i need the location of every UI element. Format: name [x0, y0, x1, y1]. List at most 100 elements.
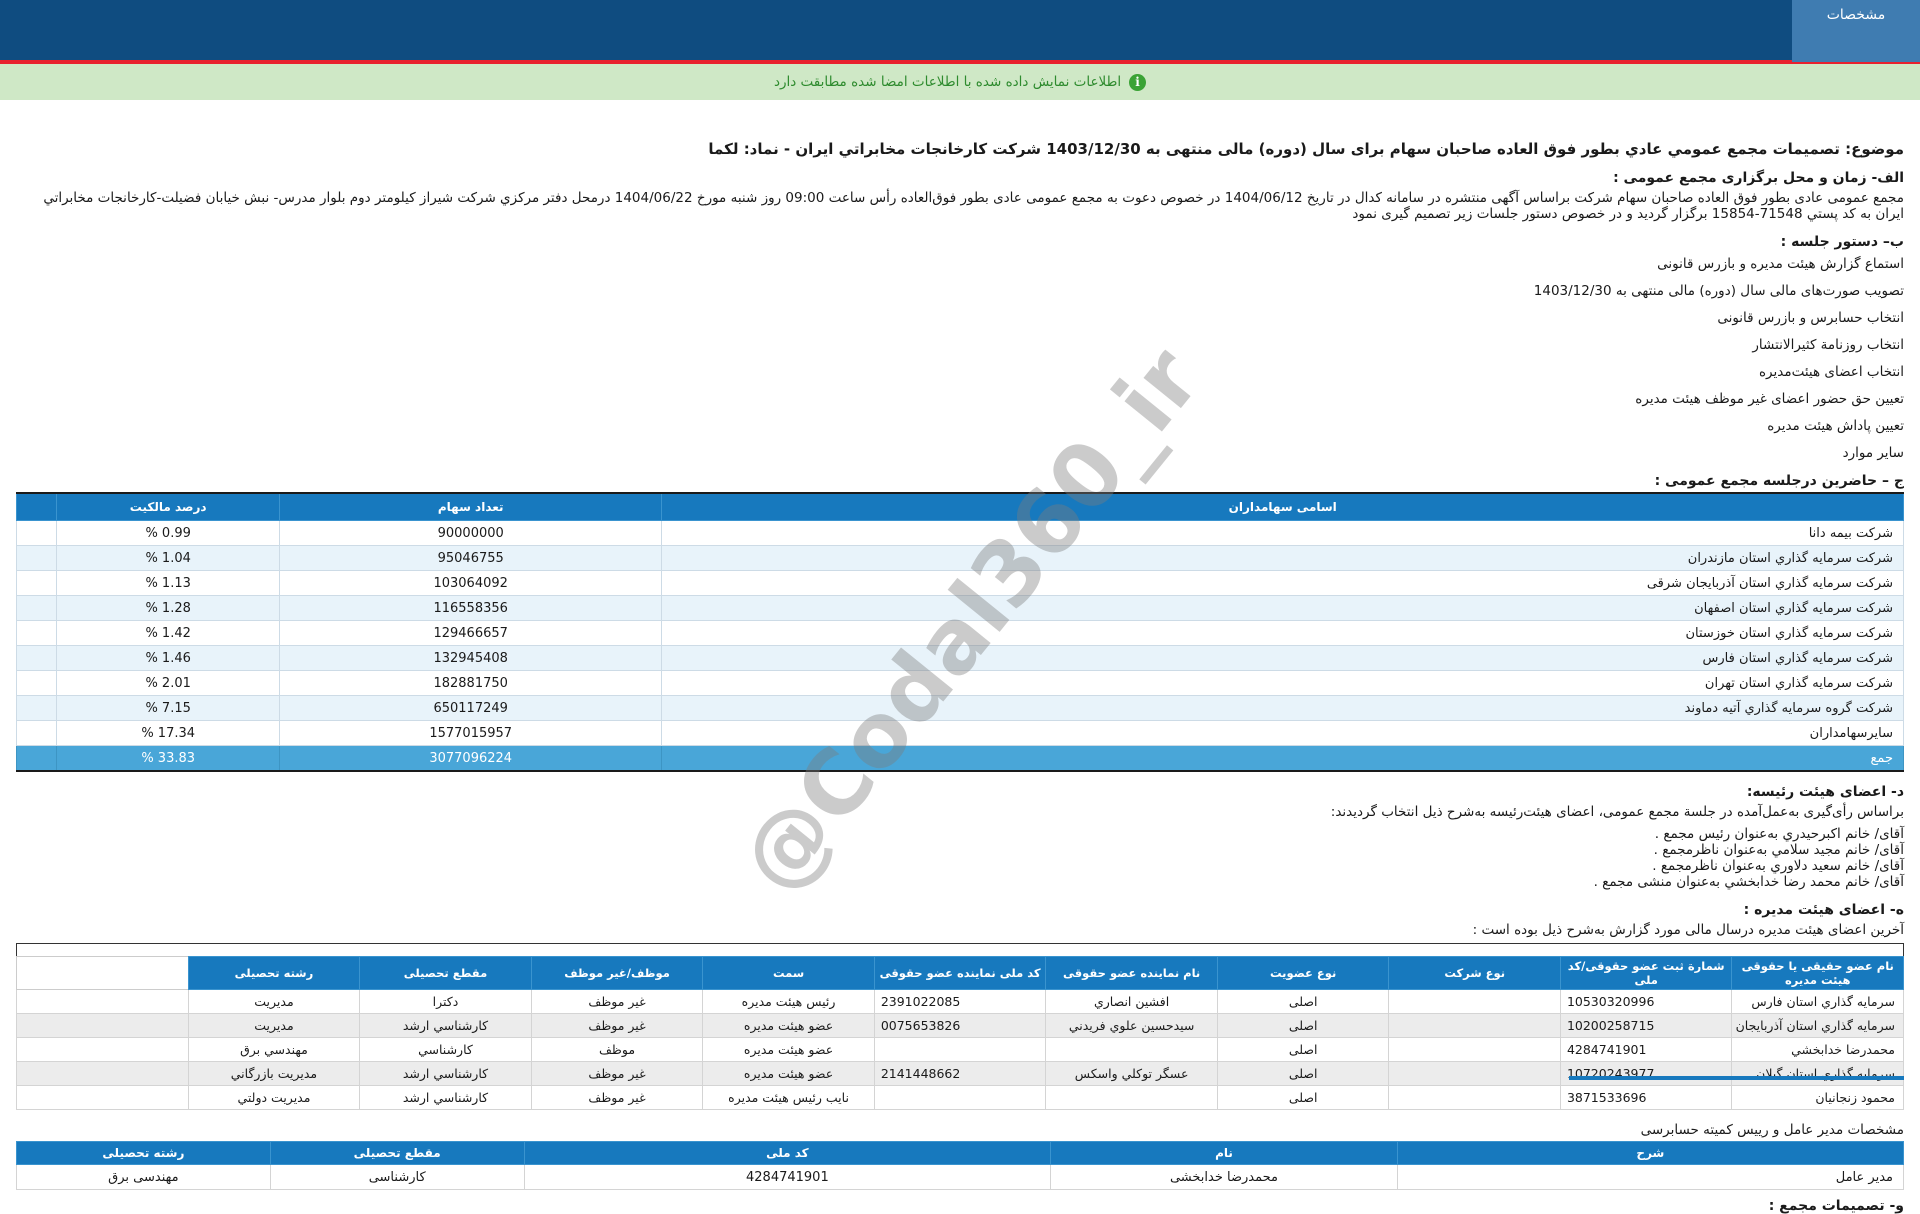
table-cell: مهندسی برق: [16, 1164, 271, 1190]
column-header: نام نماینده عضو حقوقی: [1045, 956, 1218, 990]
column-header: موظف/غیر موظف: [530, 956, 704, 990]
table-cell: 116558356: [278, 595, 663, 621]
table-cell: مدیریت: [187, 1013, 361, 1038]
column-header: [16, 956, 189, 990]
table-row: شرکت بیمه دانا 90000000% 0.99: [15, 520, 1904, 546]
table-row: شرکت سرمایه گذاري استان آذربایجان شرقی 10…: [15, 570, 1904, 596]
presidium-list: آقای/ خانم اکبرحیدري به‌عنوان رئیس مجمع …: [16, 826, 1904, 890]
table-cell: [15, 670, 58, 696]
table-cell: 103064092: [278, 570, 663, 596]
column-header: تعداد سهام: [278, 492, 663, 521]
table-cell: 4284741901: [523, 1164, 1052, 1190]
table-cell: [16, 1013, 189, 1038]
table-cell: [1045, 1037, 1218, 1062]
table-cell: [1388, 1061, 1561, 1086]
table-cell: شرکت سرمایه گذاري استان فارس: [661, 645, 1904, 671]
table-cell: محمدرضا خدابخشی: [1050, 1164, 1398, 1190]
table-row: شرکت سرمایه گذاري استان تهران 182881750% …: [15, 670, 1904, 696]
table-cell: 95046755: [278, 545, 663, 571]
table-row: شرکت سرمایه گذاري استان فارس 132945408% 1…: [15, 645, 1904, 671]
agenda-item: سایر موارد: [1842, 445, 1904, 461]
ceo-section-title: مشخصات مدیر عامل و رییس کمیته حسابرسی: [1640, 1122, 1904, 1138]
table-cell: 132945408: [278, 645, 663, 671]
table-cell: % 2.01: [56, 670, 280, 696]
table-cell: اصلی: [1216, 1061, 1390, 1086]
agenda-item: انتخاب حسابرس و بازرس قانونی: [1717, 310, 1904, 326]
table-cell: شرکت گروه سرمایه گذاري آتیه دماوند: [661, 695, 1904, 721]
table-cell: % 1.46: [56, 645, 280, 671]
table-cell: [15, 595, 58, 621]
column-header: کد ملی: [523, 1141, 1052, 1165]
section-a-title: الف- زمان و محل برگزاری مجمع عمومی :: [1613, 170, 1904, 186]
table-cell: [1388, 1013, 1561, 1038]
table-cell: 2391022085: [873, 989, 1047, 1014]
table-cell: جمع: [661, 745, 1904, 772]
table-cell: 650117249: [278, 695, 663, 721]
table-cell: شرکت سرمایه گذاري استان تهران: [661, 670, 1904, 696]
table-cell: غیر موظف: [530, 989, 704, 1014]
table-cell: 90000000: [278, 520, 663, 546]
table-cell: [873, 1085, 1047, 1110]
column-header: رشته تحصیلی: [16, 1141, 271, 1165]
table-row: سرمایه گذاري استان آذربایجان شرقي1020025…: [16, 1013, 1904, 1038]
table-cell: [15, 720, 58, 746]
table-header-row: اسامی سهامداران تعداد سهام درصد مالکیت: [15, 492, 1904, 521]
table-cell: محمود زنجانیان: [1731, 1085, 1904, 1110]
table-cell: % 1.04: [56, 545, 280, 571]
section-e-intro: آخرین اعضای هیئت مدیره درسال مالی مورد گ…: [1472, 922, 1904, 938]
section-a-body: مجمع عمومی عادی بطور فوق العاده صاحبان س…: [43, 190, 1904, 222]
column-header: مقطع تحصیلی: [359, 956, 532, 990]
section-e-title: ه- اعضای هیئت مدیره :: [1743, 902, 1904, 918]
document-body: موضوع: تصمیمات مجمع عمومي عادي بطور فوق …: [0, 140, 1920, 1214]
column-header: کد ملی نماینده عضو حقوقی: [873, 956, 1047, 990]
agenda-item: تعیین حق حضور اعضای غیر موظف هیئت مدیره: [1635, 391, 1904, 407]
tab-moshakhasat[interactable]: مشخصات: [1792, 0, 1920, 62]
table-cell: مهندسي برق: [187, 1037, 361, 1062]
table-cell: 10200258715: [1559, 1013, 1733, 1038]
table-cell: [1388, 989, 1561, 1014]
table-cell: % 1.42: [56, 620, 280, 646]
table-cell: 4284741901: [1559, 1037, 1733, 1062]
column-header: شمارة ثبت عضو حقوقی/کد ملی: [1559, 956, 1733, 990]
section-f-title: و- تصمیمات مجمع :: [1768, 1198, 1904, 1214]
column-header: سمت: [702, 956, 875, 990]
column-header: رشته تحصیلی: [187, 956, 361, 990]
table-cell: % 17.34: [56, 720, 280, 746]
table-cell: اصلی: [1216, 1085, 1390, 1110]
signature-match-banner: i اطلاعات نمایش داده شده با اطلاعات امضا…: [0, 64, 1920, 100]
table-cell: عضو هیئت مدیره: [702, 1061, 875, 1086]
column-header: شرح: [1396, 1141, 1905, 1165]
table-row: محمود زنجانیان 3871533696 اصلی نایب رئیس هی…: [16, 1085, 1904, 1110]
table-cell: [16, 1037, 189, 1062]
table-cell: سیدحسین علوي فریدني: [1045, 1013, 1218, 1038]
column-header: [15, 492, 58, 521]
table-cell: 1577015957: [278, 720, 663, 746]
table-cell: [16, 1061, 189, 1086]
table-cell: شرکت سرمایه گذاري استان خوزستان: [661, 620, 1904, 646]
table-cell: سرمایه گذاري استان فارس: [1731, 989, 1904, 1014]
table-cell: [873, 1037, 1047, 1062]
presidium-member: آقای/ خانم سعید دلاوري به‌عنوان ناظرمجمع…: [1652, 858, 1904, 874]
table-cell: % 33.83: [56, 745, 280, 772]
table-cell: شرکت سرمایه گذاري استان آذربایجان شرقی: [661, 570, 1904, 596]
section-d-intro: براساس رأی‌گیری به‌عمل‌آمده در جلسة مجمع…: [1330, 804, 1904, 820]
table-cell: اصلی: [1216, 989, 1390, 1014]
table-cell: [1388, 1085, 1561, 1110]
board-members-table: نام عضو حقیقی یا حقوقی هیئت مدیره شمارة ث…: [16, 943, 1904, 1110]
table-cell: [15, 545, 58, 571]
table-cell: دکترا: [359, 989, 532, 1014]
table-row: جمع 3077096224% 33.83: [15, 745, 1904, 772]
agenda-item: استماع گزارش هیئت مدیره و بازرس قانونی: [1657, 256, 1904, 272]
table-cell: 182881750: [278, 670, 663, 696]
table-cell: [15, 570, 58, 596]
red-divider: [0, 60, 1920, 64]
table-cell: شرکت بیمه دانا: [661, 520, 1904, 546]
table-cell: 3871533696: [1559, 1085, 1733, 1110]
table-cell: افشین انصاري: [1045, 989, 1218, 1014]
agenda-item: تصویب صورت‌های مالی سال (دوره) مالی منته…: [1533, 283, 1904, 299]
agenda-item: انتخاب روزنامة کثیرالانتشار: [1752, 337, 1904, 353]
table-cell: عضو هیئت مدیره: [702, 1037, 875, 1062]
table-cell: 3077096224: [278, 745, 663, 772]
table-cell: کارشناسی: [269, 1164, 525, 1190]
table-row: شرکت سرمایه گذاري استان اصفهان 116558356%…: [15, 595, 1904, 621]
